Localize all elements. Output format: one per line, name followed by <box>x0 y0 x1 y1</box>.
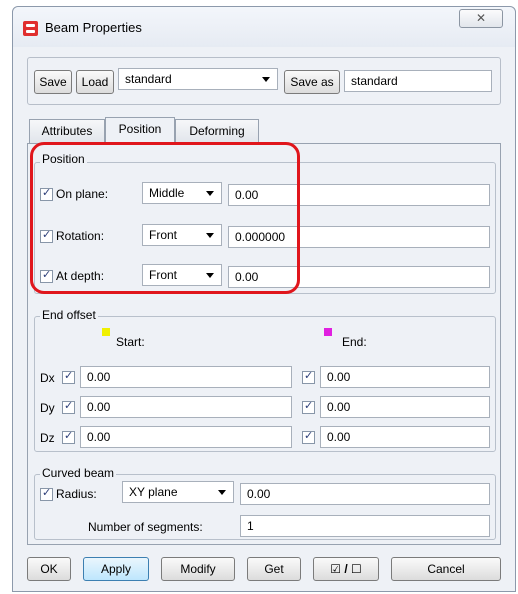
window-title: Beam Properties <box>45 20 142 35</box>
dx-start-checkbox[interactable] <box>62 369 75 384</box>
dialog-body: Save Load standard Save as standard Attr… <box>19 47 509 587</box>
app-icon <box>23 21 38 36</box>
dz-start-field[interactable]: 0.00 <box>80 426 292 448</box>
curved-beam-group-title: Curved beam <box>40 466 117 480</box>
dx-label: Dx <box>40 371 55 385</box>
dy-label: Dy <box>40 401 55 415</box>
preset-select[interactable]: standard <box>118 68 278 90</box>
chevron-down-icon <box>262 77 270 82</box>
apply-button[interactable]: Apply <box>83 557 149 581</box>
save-as-field[interactable]: standard <box>344 70 492 92</box>
dy-start-checkbox[interactable] <box>62 399 75 414</box>
tab-deforming[interactable]: Deforming <box>175 119 259 143</box>
dz-label: Dz <box>40 431 55 445</box>
save-as-button[interactable]: Save as <box>284 70 340 94</box>
start-color-swatch <box>102 328 110 336</box>
end-color-swatch <box>324 328 332 336</box>
cancel-button[interactable]: Cancel <box>391 557 501 581</box>
dz-end-field[interactable]: 0.00 <box>320 426 490 448</box>
dy-start-field[interactable]: 0.00 <box>80 396 292 418</box>
save-button[interactable]: Save <box>34 70 72 94</box>
dx-end-checkbox[interactable] <box>302 369 315 384</box>
dz-end-checkbox[interactable] <box>302 429 315 444</box>
dx-start-field[interactable]: 0.00 <box>80 366 292 388</box>
end-offset-group-title: End offset <box>40 308 98 322</box>
radius-field[interactable]: 0.00 <box>240 483 490 505</box>
radius-plane-select-value: XY plane <box>129 485 178 499</box>
toggle-checkboxes-button[interactable]: ☑ / ☐ <box>313 557 379 581</box>
end-label: End: <box>342 335 367 349</box>
segments-field[interactable]: 1 <box>240 515 490 537</box>
tab-attributes[interactable]: Attributes <box>29 119 105 143</box>
close-button[interactable]: ✕ <box>459 9 503 28</box>
beam-properties-dialog: Beam Properties ✕ Save Load standard Sav… <box>12 6 516 592</box>
position-highlight-annotation <box>30 142 300 294</box>
load-button[interactable]: Load <box>76 70 114 94</box>
segments-label: Number of segments: <box>88 520 203 534</box>
tab-position[interactable]: Position <box>105 117 175 144</box>
modify-button[interactable]: Modify <box>161 557 235 581</box>
title-bar: Beam Properties ✕ <box>13 7 515 47</box>
preset-toolbar: Save Load standard Save as standard <box>27 57 501 105</box>
get-button[interactable]: Get <box>247 557 301 581</box>
chevron-down-icon <box>218 490 226 495</box>
dx-end-field[interactable]: 0.00 <box>320 366 490 388</box>
ok-button[interactable]: OK <box>27 557 71 581</box>
dy-end-field[interactable]: 0.00 <box>320 396 490 418</box>
preset-select-value: standard <box>125 72 172 86</box>
radius-checkbox[interactable] <box>40 486 53 501</box>
radius-plane-select[interactable]: XY plane <box>122 481 234 503</box>
radius-label: Radius: <box>56 487 97 501</box>
start-label: Start: <box>116 335 145 349</box>
dy-end-checkbox[interactable] <box>302 399 315 414</box>
dz-start-checkbox[interactable] <box>62 429 75 444</box>
